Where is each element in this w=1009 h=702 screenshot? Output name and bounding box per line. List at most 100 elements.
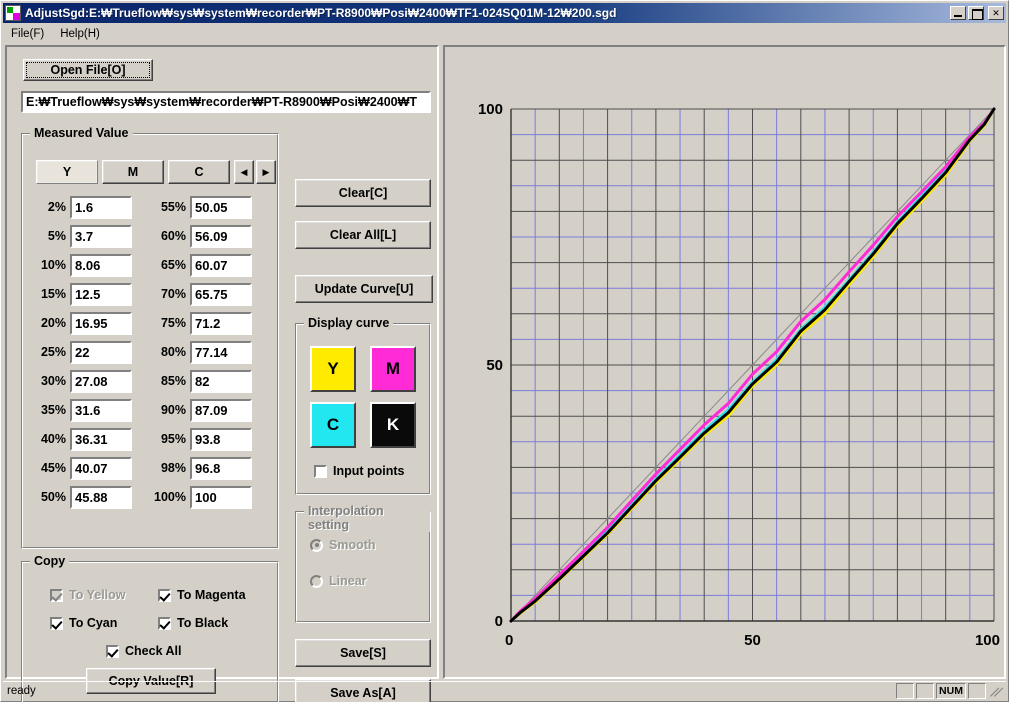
close-icon: ✕ xyxy=(992,7,1000,18)
measured-value-group: Measured Value Y M C ◀ ▶ 2% 1.6 5% 3.7 10% 8.… xyxy=(21,126,279,549)
measured-value-input-60[interactable]: 56.09 xyxy=(190,224,252,248)
measured-percent-label-98: 98% xyxy=(160,461,186,475)
measured-value-row: 65% 60.07 xyxy=(148,253,252,277)
close-button[interactable]: ✕ xyxy=(988,6,1004,20)
measured-value-input-40[interactable]: 36.31 xyxy=(70,427,132,451)
x-tick-label-100: 100 xyxy=(975,632,1000,649)
measured-value-row: 20% 16.95 xyxy=(28,311,132,335)
measured-value-row: 85% 82 xyxy=(148,369,252,393)
checkbox-check-all-label: Check All xyxy=(125,644,182,658)
measured-value-input-15[interactable]: 12.5 xyxy=(70,282,132,306)
clear-label: Clear[C] xyxy=(338,186,388,200)
measured-percent-label-20: 20% xyxy=(40,316,66,330)
clear-all-button[interactable]: Clear All[L] xyxy=(295,221,431,249)
chevron-right-icon: ▶ xyxy=(262,166,270,177)
measured-value-input-90[interactable]: 87.09 xyxy=(190,398,252,422)
menu-item-file[interactable]: File(F) xyxy=(3,27,52,41)
resize-grip-icon[interactable] xyxy=(988,683,1004,699)
curve-chart[interactable]: 0 50 100 0 50 100 xyxy=(449,51,1000,673)
measured-value-input-2[interactable]: 1.6 xyxy=(70,195,132,219)
measured-value-row: 5% 3.7 xyxy=(28,224,132,248)
file-path-input[interactable]: E:₩Trueflow₩sys₩system₩recorder₩PT-R8900… xyxy=(21,91,431,113)
minimize-button[interactable] xyxy=(950,6,966,20)
measured-value-input-35[interactable]: 31.6 xyxy=(70,398,132,422)
open-file-button[interactable]: Open File[O] xyxy=(23,59,153,81)
display-curve-button-k[interactable]: K xyxy=(370,402,416,448)
measured-value-input-50[interactable]: 45.88 xyxy=(70,485,132,509)
tab-y[interactable]: Y xyxy=(36,160,98,184)
status-panel-1 xyxy=(896,682,914,699)
measured-value-input-25[interactable]: 22 xyxy=(70,340,132,364)
checkbox-check-all[interactable]: Check All xyxy=(106,644,182,658)
measured-percent-label-2: 2% xyxy=(47,200,66,214)
display-curve-button-y[interactable]: Y xyxy=(310,346,356,392)
measured-value-row: 35% 31.6 xyxy=(28,398,132,422)
save-button[interactable]: Save[S] xyxy=(295,639,431,667)
display-curve-k-label: K xyxy=(386,415,400,434)
checkbox-to-yellow[interactable]: To Yellow xyxy=(50,588,126,602)
measured-percent-label-5: 5% xyxy=(47,229,66,243)
measured-value-row: 50% 45.88 xyxy=(28,485,132,509)
channel-tabs: Y M C ◀ ▶ xyxy=(36,160,276,184)
measured-percent-label-80: 80% xyxy=(160,345,186,359)
measured-value-row: 15% 12.5 xyxy=(28,282,132,306)
measured-value-input-100[interactable]: 100 xyxy=(190,485,252,509)
measured-value-input-98[interactable]: 96.8 xyxy=(190,456,252,480)
checkbox-to-magenta[interactable]: To Magenta xyxy=(158,588,246,602)
tab-c[interactable]: C xyxy=(168,160,230,184)
title-bar: AdjustSgd:E:₩Trueflow₩sys₩system₩recorde… xyxy=(3,3,1006,23)
maximize-button[interactable] xyxy=(968,6,984,20)
measured-value-input-85[interactable]: 82 xyxy=(190,369,252,393)
measured-value-row: 75% 71.2 xyxy=(148,311,252,335)
measured-value-input-75[interactable]: 71.2 xyxy=(190,311,252,335)
measured-value-row: 100% 100 xyxy=(148,485,252,509)
status-panel-2 xyxy=(916,682,934,699)
display-curve-button-m[interactable]: M xyxy=(370,346,416,392)
measured-value-input-95[interactable]: 93.8 xyxy=(190,427,252,451)
radio-smooth[interactable]: Smooth xyxy=(310,538,376,552)
measured-value-input-70[interactable]: 65.75 xyxy=(190,282,252,306)
display-curve-m-label: M xyxy=(385,359,401,378)
measured-value-row: 95% 93.8 xyxy=(148,427,252,451)
checkbox-input-points[interactable]: Input points xyxy=(314,464,405,478)
measured-value-input-20[interactable]: 16.95 xyxy=(70,311,132,335)
measured-value-input-10[interactable]: 8.06 xyxy=(70,253,132,277)
measured-value-input-65[interactable]: 60.07 xyxy=(190,253,252,277)
clear-all-label: Clear All[L] xyxy=(329,228,397,242)
radio-linear[interactable]: Linear xyxy=(310,574,367,588)
clear-button[interactable]: Clear[C] xyxy=(295,179,431,207)
measured-value-row: 98% 96.8 xyxy=(148,456,252,480)
measured-percent-label-90: 90% xyxy=(160,403,186,417)
measured-value-input-30[interactable]: 27.08 xyxy=(70,369,132,393)
display-curve-group: Display curve Y M C K Input points xyxy=(295,316,431,495)
menu-item-help[interactable]: Help(H) xyxy=(52,27,108,41)
save-label: Save[S] xyxy=(340,646,386,660)
measured-percent-label-55: 55% xyxy=(160,200,186,214)
measured-value-input-45[interactable]: 40.07 xyxy=(70,456,132,480)
window-title: AdjustSgd:E:₩Trueflow₩sys₩system₩recorde… xyxy=(25,6,617,20)
application-window: AdjustSgd:E:₩Trueflow₩sys₩system₩recorde… xyxy=(0,0,1009,702)
measured-percent-label-40: 40% xyxy=(40,432,66,446)
measured-values-left-column: 2% 1.6 5% 3.7 10% 8.06 15% 12.5 20% 16.95 25% 22 30%… xyxy=(28,195,132,515)
interpolation-setting-group: Interpolation setting Smooth Linear xyxy=(295,504,431,623)
measured-value-row: 10% 8.06 xyxy=(28,253,132,277)
checkbox-check-all-box xyxy=(106,644,119,658)
tab-scroll-right-button[interactable]: ▶ xyxy=(256,160,276,184)
checkbox-input-points-box xyxy=(314,464,327,478)
measured-value-input-80[interactable]: 77.14 xyxy=(190,340,252,364)
display-curve-button-c[interactable]: C xyxy=(310,402,356,448)
measured-percent-label-50: 50% xyxy=(40,490,66,504)
checkbox-to-black[interactable]: To Black xyxy=(158,616,228,630)
tab-scroll-left-button[interactable]: ◀ xyxy=(234,160,254,184)
measured-value-input-55[interactable]: 50.05 xyxy=(190,195,252,219)
measured-value-input-5[interactable]: 3.7 xyxy=(70,224,132,248)
radio-smooth-box xyxy=(310,538,323,552)
measured-value-row: 45% 40.07 xyxy=(28,456,132,480)
update-curve-button[interactable]: Update Curve[U] xyxy=(295,275,433,303)
radio-linear-label: Linear xyxy=(329,574,367,588)
tab-m[interactable]: M xyxy=(102,160,164,184)
interpolation-title: Interpolation setting xyxy=(304,504,430,532)
checkbox-to-cyan[interactable]: To Cyan xyxy=(50,616,117,630)
display-curve-title: Display curve xyxy=(304,316,394,330)
measured-percent-label-70: 70% xyxy=(160,287,186,301)
